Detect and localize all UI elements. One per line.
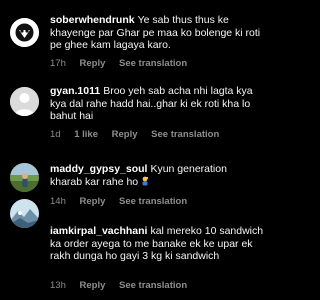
user-avatar[interactable] (10, 18, 39, 47)
mountain-scene-avatar-icon (10, 199, 39, 228)
outdoor-photo-avatar-icon (10, 163, 39, 192)
comment-time: 17h (50, 58, 66, 69)
see-translation-link[interactable]: See translation (151, 129, 219, 140)
reply-button[interactable]: Reply (80, 58, 106, 69)
see-translation-link[interactable]: See translation (119, 280, 187, 291)
comment-username[interactable]: iamkirpal_vachhani (50, 225, 147, 237)
comment-username[interactable]: gyan.1011 (50, 85, 100, 97)
person-facepalming-emoji-icon (140, 176, 150, 186)
default-person-avatar-icon (10, 87, 39, 116)
comment-time: 1d (50, 129, 61, 140)
see-translation-link[interactable]: See translation (119, 58, 187, 69)
comment-text-block: soberwhendrunk Ye sab thus thus ke khayen… (50, 14, 269, 52)
reply-button[interactable]: Reply (112, 129, 138, 140)
comment-time: 13h (50, 280, 66, 291)
see-translation-link[interactable]: See translation (119, 196, 187, 207)
user-avatar[interactable] (10, 163, 39, 192)
reply-button[interactable]: Reply (80, 280, 106, 291)
comment-likes[interactable]: 1 like (74, 129, 98, 140)
comment-text-block: maddy_gypsy_soul Kyun generation kharab k… (50, 163, 235, 188)
comment-meta: 13h Reply See translation (50, 280, 198, 291)
comment-username[interactable]: soberwhendrunk (50, 14, 135, 26)
comment-username[interactable]: maddy_gypsy_soul (50, 163, 147, 175)
comment-meta: 1d 1 like Reply See translation (50, 129, 230, 140)
user-avatar[interactable] (10, 199, 39, 228)
skull-logo-avatar-icon (10, 18, 39, 47)
reply-button[interactable]: Reply (80, 196, 106, 207)
comment-time: 14h (50, 196, 66, 207)
comment-meta: 17h Reply See translation (50, 58, 198, 69)
comment-meta: 14h Reply See translation (50, 196, 198, 207)
comment-text-block: iamkirpal_vachhani kal mereko 10 sandwich… (50, 225, 269, 263)
comment-text-block: gyan.1011 Broo yeh sab acha nhi lagta kya… (50, 85, 269, 123)
user-avatar[interactable] (10, 87, 39, 116)
